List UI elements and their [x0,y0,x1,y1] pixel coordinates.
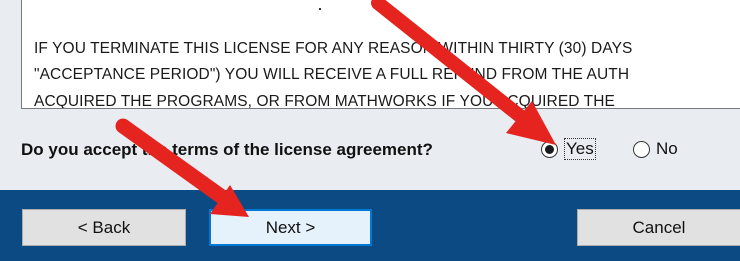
next-button[interactable]: Next > [209,209,372,246]
no-radio-button[interactable] [633,140,650,158]
yes-radio-option[interactable]: Yes [541,136,596,162]
no-radio-option[interactable]: No [633,136,678,162]
license-line-2: "ACCEPTANCE PERIOD") YOU WILL RECEIVE A … [34,66,630,83]
scroll-artifact [319,8,321,10]
license-question: Do you accept the terms of the license a… [21,140,433,159]
no-radio-label[interactable]: No [656,139,678,159]
license-text-area[interactable]: IF YOU TERMINATE THIS LICENSE FOR ANY RE… [21,0,740,109]
yes-radio-label[interactable]: Yes [564,138,596,160]
license-line-1: IF YOU TERMINATE THIS LICENSE FOR ANY RE… [34,40,633,57]
yes-radio-button[interactable] [541,140,558,158]
cancel-button[interactable]: Cancel [577,209,740,246]
license-line-3: ACQUIRED THE PROGRAMS, OR FROM MATHWORKS… [34,93,615,109]
back-button[interactable]: < Back [22,209,186,246]
